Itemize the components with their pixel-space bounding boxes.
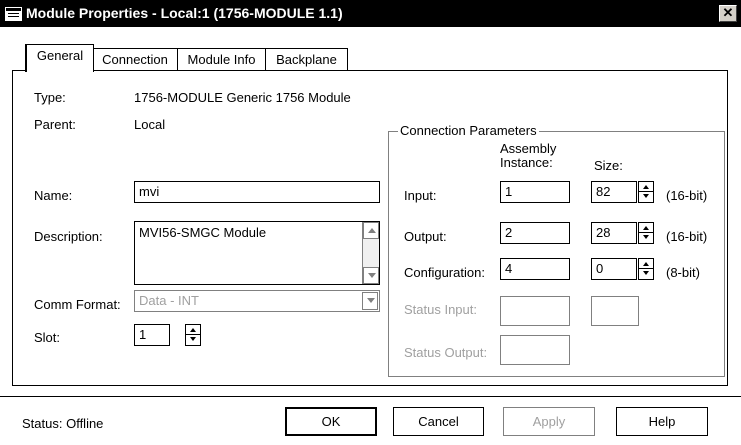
configuration-instance-field[interactable]: 4 <box>500 258 570 280</box>
comm-format-label: Comm Format: <box>34 297 121 312</box>
window-title: Module Properties - Local:1 (1756-MODULE… <box>26 5 343 21</box>
module-properties-dialog: Module Properties - Local:1 (1756-MODULE… <box>0 0 741 445</box>
configuration-unit: (8-bit) <box>666 265 700 280</box>
output-unit: (16-bit) <box>666 229 708 244</box>
spin-down-icon[interactable] <box>639 233 653 243</box>
output-instance-field[interactable]: 2 <box>500 222 570 244</box>
footer-separator <box>0 396 741 397</box>
scroll-down-icon[interactable] <box>363 267 379 284</box>
scroll-up-icon[interactable] <box>363 222 379 239</box>
parent-label: Parent: <box>34 117 76 132</box>
input-unit: (16-bit) <box>666 188 708 203</box>
spin-down-icon[interactable] <box>639 269 653 279</box>
input-instance-field[interactable]: 1 <box>500 181 570 203</box>
tab-connection-label: Connection <box>102 52 168 67</box>
comm-format-dropdown-icon[interactable] <box>362 292 378 310</box>
tab-general-label: General <box>36 48 84 63</box>
type-value: 1756-MODULE Generic 1756 Module <box>134 90 351 105</box>
close-button[interactable]: ✕ <box>719 5 737 22</box>
spin-down-icon[interactable] <box>639 192 653 202</box>
slot-input[interactable]: 1 <box>134 324 170 346</box>
output-size-spinner[interactable] <box>638 222 654 244</box>
description-scrollbar[interactable] <box>362 222 379 284</box>
spin-up-icon[interactable] <box>639 259 653 269</box>
configuration-size-field[interactable]: 0 <box>591 258 637 280</box>
name-input[interactable]: mvi <box>134 181 380 203</box>
tab-backplane-label: Backplane <box>276 52 337 67</box>
tab-backplane[interactable]: Backplane <box>265 48 348 71</box>
parent-value: Local <box>134 117 166 132</box>
input-label: Input: <box>404 188 437 203</box>
description-textarea[interactable]: MVI56-SMGC Module <box>134 221 380 285</box>
spin-down-icon[interactable] <box>186 335 200 345</box>
cancel-button[interactable]: Cancel <box>393 407 484 436</box>
window-icon <box>5 7 22 21</box>
status-output-label: Status Output: <box>404 345 488 360</box>
slot-spinner[interactable] <box>185 324 201 346</box>
connection-parameters-title: Connection Parameters <box>398 123 539 138</box>
output-size-field[interactable]: 28 <box>591 222 637 244</box>
assembly-instance-header: Assembly Instance: <box>500 142 556 170</box>
description-label: Description: <box>34 229 103 244</box>
status-input-instance-field <box>500 296 570 326</box>
description-text: MVI56-SMGC Module <box>139 225 267 240</box>
name-label: Name: <box>34 188 73 203</box>
spin-up-icon[interactable] <box>639 223 653 233</box>
slot-label: Slot: <box>34 330 61 345</box>
tab-connection[interactable]: Connection <box>92 48 178 71</box>
apply-button[interactable]: Apply <box>503 407 595 436</box>
tab-module-info[interactable]: Module Info <box>177 48 266 71</box>
tab-module-info-label: Module Info <box>187 52 256 67</box>
status-input-label: Status Input: <box>404 302 477 317</box>
spin-up-icon[interactable] <box>186 325 200 335</box>
status-text: Status: Offline <box>22 416 104 431</box>
assembly-header-line1: Assembly <box>500 141 557 156</box>
title-bar[interactable]: Module Properties - Local:1 (1756-MODULE… <box>0 0 741 27</box>
ok-button[interactable]: OK <box>285 407 377 436</box>
status-input-size-field <box>591 296 639 326</box>
size-header: Size: <box>594 158 623 173</box>
help-button[interactable]: Help <box>616 407 708 436</box>
input-size-spinner[interactable] <box>638 181 654 203</box>
close-icon: ✕ <box>722 5 734 20</box>
assembly-header-line2: Instance: <box>500 155 553 170</box>
comm-format-select[interactable]: Data - INT <box>134 290 380 312</box>
input-size-field[interactable]: 82 <box>591 181 637 203</box>
type-label: Type: <box>34 90 66 105</box>
configuration-size-spinner[interactable] <box>638 258 654 280</box>
output-label: Output: <box>404 229 447 244</box>
tab-general[interactable]: General <box>25 44 94 72</box>
configuration-label: Configuration: <box>404 265 485 280</box>
status-output-instance-field <box>500 335 570 365</box>
spin-up-icon[interactable] <box>639 182 653 192</box>
